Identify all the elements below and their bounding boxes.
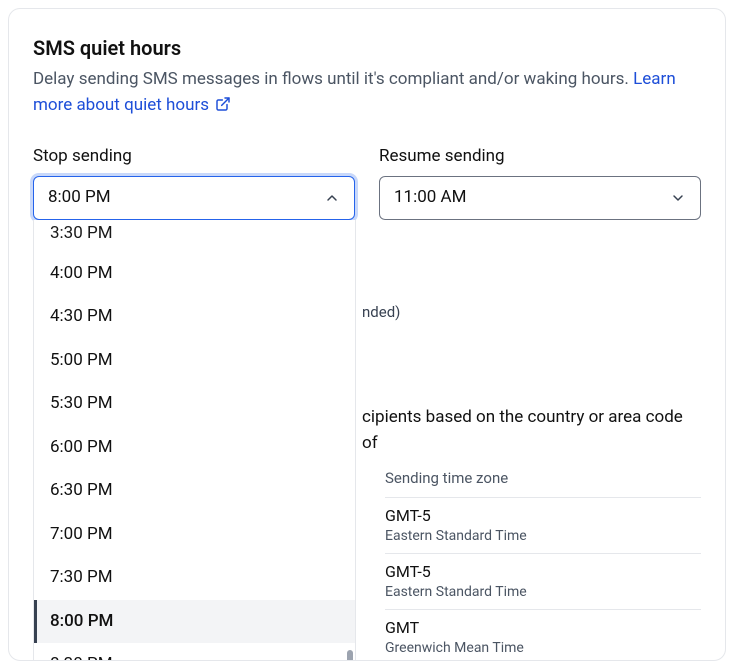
timezone-description-fragment: cipients based on the country or area co… [362,405,701,456]
stop-sending-select[interactable]: 8:00 PM [33,176,355,220]
external-link-icon [215,95,231,121]
time-option[interactable]: 6:30 PM [34,469,355,513]
recommended-hint-fragment: nded) [362,301,701,324]
timezone-column-header: Sending time zone [385,467,701,490]
resume-sending-value: 11:00 AM [394,185,466,211]
stop-sending-value: 8:00 PM [48,185,111,211]
time-option[interactable]: 5:30 PM [34,382,355,426]
dropdown-scrollbar[interactable] [347,650,353,661]
resume-sending-field: Resume sending 11:00 AM [379,144,701,220]
timezone-name: Eastern Standard Time [385,527,701,545]
time-option[interactable]: 3:30 PM [34,224,355,252]
card-title: SMS quiet hours [33,33,701,63]
time-range-fields: Stop sending 8:00 PM 3:30 PM 4:00 PM 4:3… [33,144,701,220]
resume-sending-select[interactable]: 11:00 AM [379,176,701,220]
timezone-row: GMT Greenwich Mean Time [385,609,701,661]
timezone-code: GMT-5 [385,506,701,527]
time-option[interactable]: 5:00 PM [34,339,355,383]
timezone-row: GMT-5 Eastern Standard Time [385,497,701,553]
time-option[interactable]: 4:00 PM [34,252,355,296]
time-option[interactable]: 7:30 PM [34,556,355,600]
timezone-code: GMT-5 [385,562,701,583]
time-option[interactable]: 4:30 PM [34,295,355,339]
timezone-row: GMT-5 Eastern Standard Time [385,553,701,609]
timezone-name: Eastern Standard Time [385,583,701,601]
stop-sending-field: Stop sending 8:00 PM 3:30 PM 4:00 PM 4:3… [33,144,355,220]
time-option[interactable]: 6:00 PM [34,426,355,470]
chevron-up-icon [324,190,340,206]
resume-sending-label: Resume sending [379,144,701,170]
card-description: Delay sending SMS messages in flows unti… [33,67,701,120]
time-option[interactable]: 8:00 PM [34,600,355,644]
timezone-name: Greenwich Mean Time [385,639,701,657]
quiet-hours-card: SMS quiet hours Delay sending SMS messag… [8,8,726,661]
timezone-code: GMT [385,618,701,639]
chevron-down-icon [670,190,686,206]
time-option[interactable]: 8:30 PM [34,643,355,661]
description-text: Delay sending SMS messages in flows unti… [33,69,633,89]
time-option[interactable]: 7:00 PM [34,513,355,557]
stop-sending-label: Stop sending [33,144,355,170]
stop-sending-dropdown: 3:30 PM 4:00 PM 4:30 PM 5:00 PM 5:30 PM … [33,220,356,661]
